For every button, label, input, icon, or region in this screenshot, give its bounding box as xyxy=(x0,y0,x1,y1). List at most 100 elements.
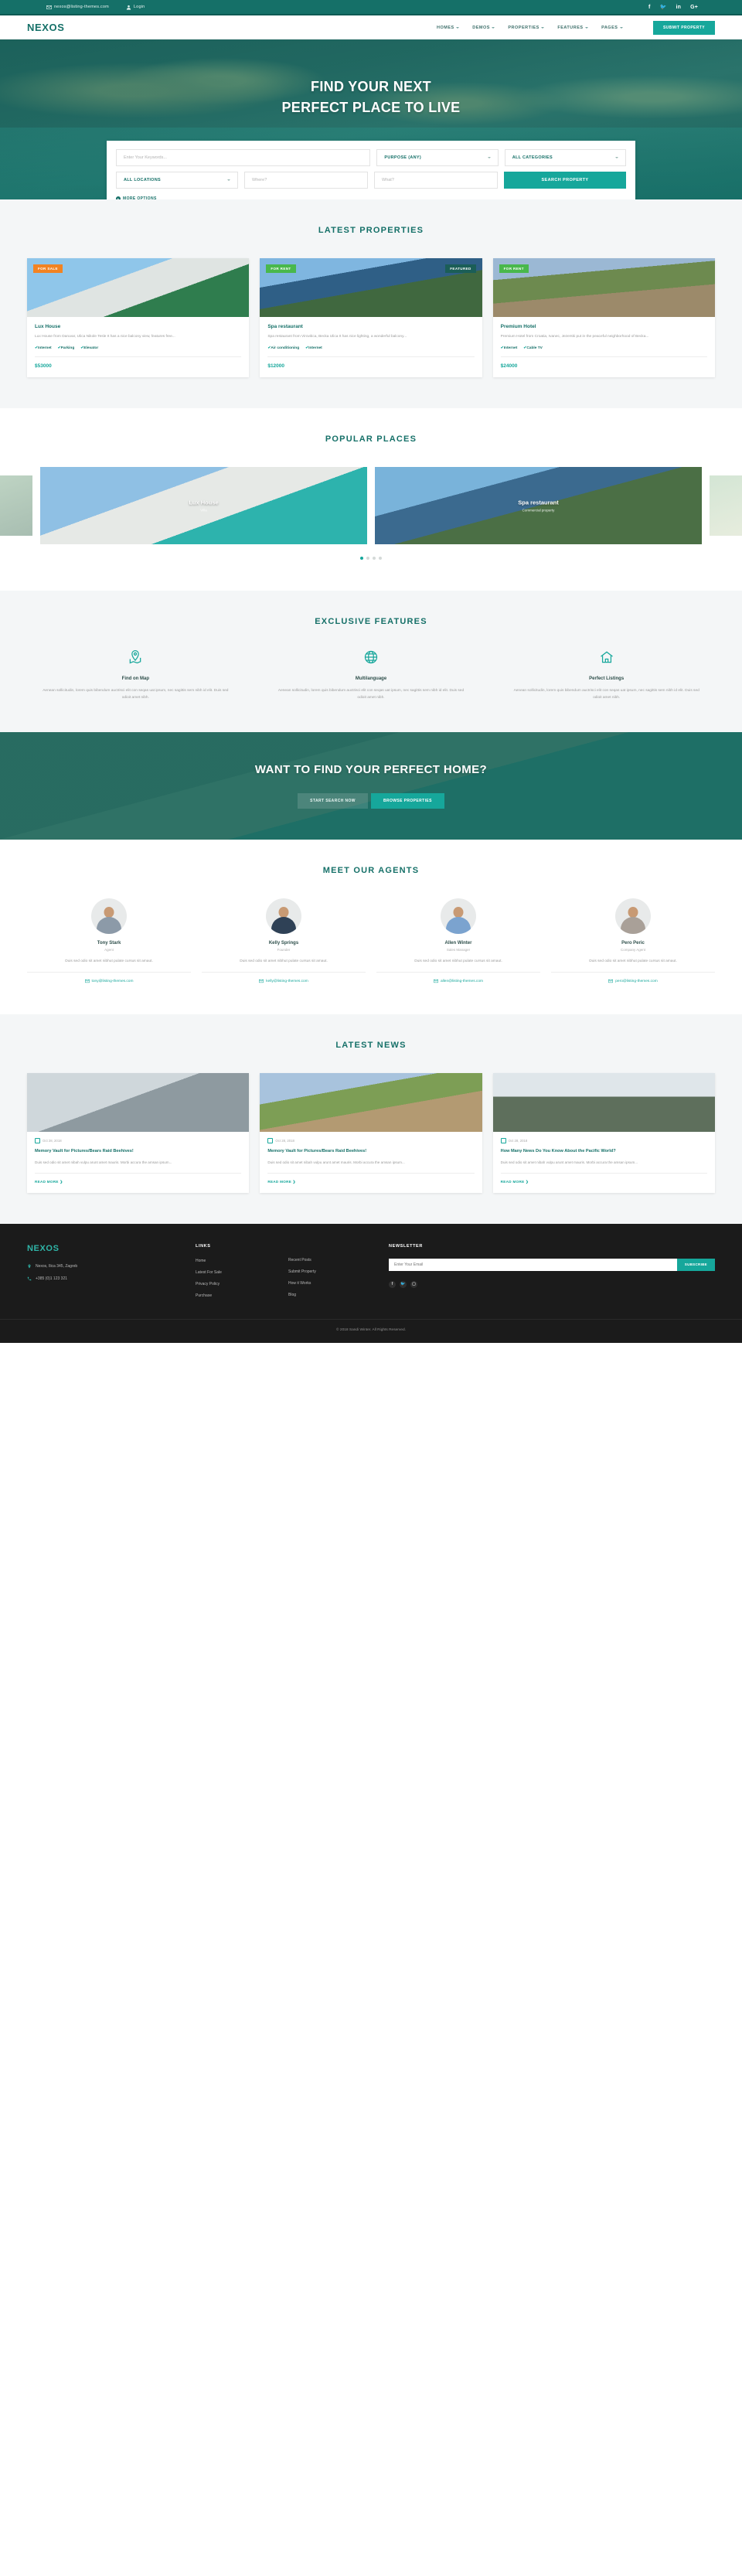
facebook-icon[interactable]: f xyxy=(648,5,651,10)
agent-email[interactable]: kelly@listing-themes.com xyxy=(202,973,366,983)
keywords-input[interactable]: Enter Your Keywords... xyxy=(116,149,371,166)
property-title[interactable]: Premium Hotel xyxy=(501,324,707,329)
categories-select[interactable]: ALL CATEGORIES xyxy=(504,149,626,166)
contact-email[interactable]: nexos@listing-themes.com xyxy=(46,5,109,10)
status-badge: FOR SALE xyxy=(33,264,63,273)
agent-card[interactable]: Allen Winter Sales Manager Duis sed odio… xyxy=(376,898,540,983)
footer-link-blog[interactable]: Blog xyxy=(288,1293,389,1297)
carousel-slide-prev[interactable] xyxy=(0,475,32,536)
avatar-head xyxy=(628,907,638,918)
newsletter-form: SUBSCRIBE xyxy=(389,1258,715,1271)
status-badge: FOR RENT xyxy=(499,264,529,273)
nav-label: PROPERTIES xyxy=(508,25,539,30)
footer-link-latest-for-sale[interactable]: Latest For Sale xyxy=(196,1270,288,1275)
carousel-dot[interactable] xyxy=(379,556,382,560)
feature-item: Internet xyxy=(305,346,322,350)
agent-email[interactable]: tony@listing-themes.com xyxy=(27,973,191,983)
news-excerpt: Duis sed odio sit amet nibah vulpu arunt… xyxy=(35,1160,242,1174)
agent-description: Duis sed odio sit amet nibhut pulate cur… xyxy=(376,958,540,973)
property-title[interactable]: Lux House xyxy=(35,324,241,329)
property-card[interactable]: FOR RENT Premium Hotel Premium Hotel fro… xyxy=(492,258,715,377)
more-options-toggle[interactable]: + MORE OPTIONS xyxy=(116,194,626,199)
newsletter-email-input[interactable] xyxy=(389,1258,677,1271)
read-more-label: READ MORE xyxy=(267,1179,292,1184)
where-input[interactable]: Where? xyxy=(244,172,368,189)
nav-item-properties[interactable]: PROPERTIES xyxy=(508,25,545,30)
carousel-dot[interactable] xyxy=(373,556,376,560)
agent-role: Sales Manager xyxy=(446,948,471,952)
read-more-link[interactable]: READ MORE ❯ xyxy=(267,1174,474,1184)
carousel-slide[interactable]: Lux House Villa xyxy=(40,466,367,544)
instagram-icon[interactable]: ▢ xyxy=(410,1280,417,1288)
feature-item-map: Find on Map Aenean sollicitudin, lorem q… xyxy=(27,649,244,701)
property-card[interactable]: FOR RENT FEATURED Spa restaurant Spa res… xyxy=(260,258,482,377)
carousel-slide[interactable]: Spa restaurant Commercial property xyxy=(375,466,702,544)
chevron-down-icon xyxy=(541,26,545,29)
read-more-link[interactable]: READ MORE ❯ xyxy=(501,1174,707,1184)
carousel-dot[interactable] xyxy=(360,556,363,560)
news-card-body: Oct 28, 2018 Memory Vault for Pictures/B… xyxy=(27,1132,249,1192)
login-link[interactable]: Login xyxy=(126,5,145,10)
agent-list: Tony Stark Agent Duis sed odio sit amet … xyxy=(27,898,715,983)
footer-link-home[interactable]: Home xyxy=(196,1259,288,1263)
news-card[interactable]: Oct 28, 2018 Memory Vault for Pictures/B… xyxy=(27,1073,250,1193)
section-title: EXCLUSIVE FEATURES xyxy=(315,616,427,626)
facebook-icon[interactable]: f xyxy=(389,1280,396,1288)
twitter-icon[interactable]: 🐦 xyxy=(660,4,667,10)
news-card[interactable]: Oct 28, 2018 How Many News Do You Know A… xyxy=(492,1073,715,1193)
news-title[interactable]: Memory Vault for Pictures/Bears Raid Bee… xyxy=(35,1148,241,1155)
google-plus-icon[interactable]: G+ xyxy=(690,5,698,10)
search-property-button[interactable]: SEARCH PROPERTY xyxy=(504,172,626,189)
agent-email[interactable]: allen@listing-themes.com xyxy=(376,973,540,983)
hero-title: FIND YOUR NEXT PERFECT PLACE TO LIVE xyxy=(0,39,742,118)
nav-item-homes[interactable]: HOMES xyxy=(437,26,460,30)
read-more-label: READ MORE xyxy=(35,1179,59,1184)
nav-item-demos[interactable]: DEMOS xyxy=(472,26,495,30)
purpose-select[interactable]: PURPOSE (ANY) xyxy=(376,149,499,166)
status-badge: FOR RENT xyxy=(266,264,296,273)
nav-item-pages[interactable]: PAGES xyxy=(601,26,623,30)
carousel-dot[interactable] xyxy=(366,556,369,560)
featured-badge: FEATURED xyxy=(445,264,476,273)
property-title[interactable]: Spa restaurant xyxy=(267,324,474,329)
nav-item-features[interactable]: FEATURES xyxy=(557,26,589,30)
property-card[interactable]: FOR SALE Lux House Lux House from Daruva… xyxy=(27,258,250,377)
user-icon xyxy=(126,5,131,10)
news-card[interactable]: Oct 28, 2018 Memory Vault for Pictures/B… xyxy=(260,1073,482,1193)
property-price: $24000 xyxy=(500,363,518,369)
agent-name: Tony Stark xyxy=(97,941,121,946)
footer-link-recent-posts[interactable]: Recent Posts xyxy=(288,1258,389,1262)
carousel-slide-next[interactable] xyxy=(710,475,742,536)
avatar-head xyxy=(453,907,464,918)
agent-email-text: allen@listing-themes.com xyxy=(441,979,483,983)
linkedin-icon[interactable]: in xyxy=(676,5,681,10)
submit-property-button[interactable]: SUBMIT PROPERTY xyxy=(652,20,715,35)
agent-card[interactable]: Pero Peric Company Agent Duis sed odio s… xyxy=(551,898,715,983)
footer-logo[interactable]: NEXOS xyxy=(27,1244,196,1253)
footer-link-submit-property[interactable]: Submit Property xyxy=(288,1269,389,1274)
footer-link-privacy-policy[interactable]: Privacy Policy xyxy=(196,1282,288,1286)
cta-background-image xyxy=(0,732,742,840)
site-logo[interactable]: NEXOS xyxy=(27,22,65,33)
agent-email[interactable]: pero@listing-themes.com xyxy=(551,973,715,983)
feature-item: Cable TV xyxy=(523,346,543,350)
locations-select[interactable]: ALL LOCATIONS xyxy=(116,172,238,189)
property-card-list: FOR SALE Lux House Lux House from Daruva… xyxy=(27,258,715,377)
plus-icon: + xyxy=(116,196,121,199)
hero-title-line2: PERFECT PLACE TO LIVE xyxy=(281,100,461,115)
section-title: POPULAR PLACES xyxy=(325,434,417,444)
footer-link-purchase[interactable]: Purchase xyxy=(196,1293,288,1298)
news-image xyxy=(27,1073,250,1133)
start-search-button[interactable]: START SEARCH NOW xyxy=(298,793,368,809)
footer-link-how-it-works[interactable]: How it Works xyxy=(288,1281,389,1286)
browse-properties-button[interactable]: BROWSE PROPERTIES xyxy=(370,793,444,809)
read-more-link[interactable]: READ MORE ❯ xyxy=(35,1174,241,1184)
agent-card[interactable]: Kelly Springs Founder Duis sed odio sit … xyxy=(202,898,366,983)
agent-card[interactable]: Tony Stark Agent Duis sed odio sit amet … xyxy=(27,898,191,983)
news-title[interactable]: How Many News Do You Know About the Paci… xyxy=(501,1148,707,1155)
agent-name: Kelly Springs xyxy=(268,941,299,946)
newsletter-subscribe-button[interactable]: SUBSCRIBE xyxy=(676,1258,715,1271)
what-input[interactable]: What? xyxy=(374,172,498,189)
twitter-icon[interactable]: 🐦 xyxy=(400,1280,407,1288)
news-title[interactable]: Memory Vault for Pictures/Bears Raid Bee… xyxy=(267,1148,474,1155)
